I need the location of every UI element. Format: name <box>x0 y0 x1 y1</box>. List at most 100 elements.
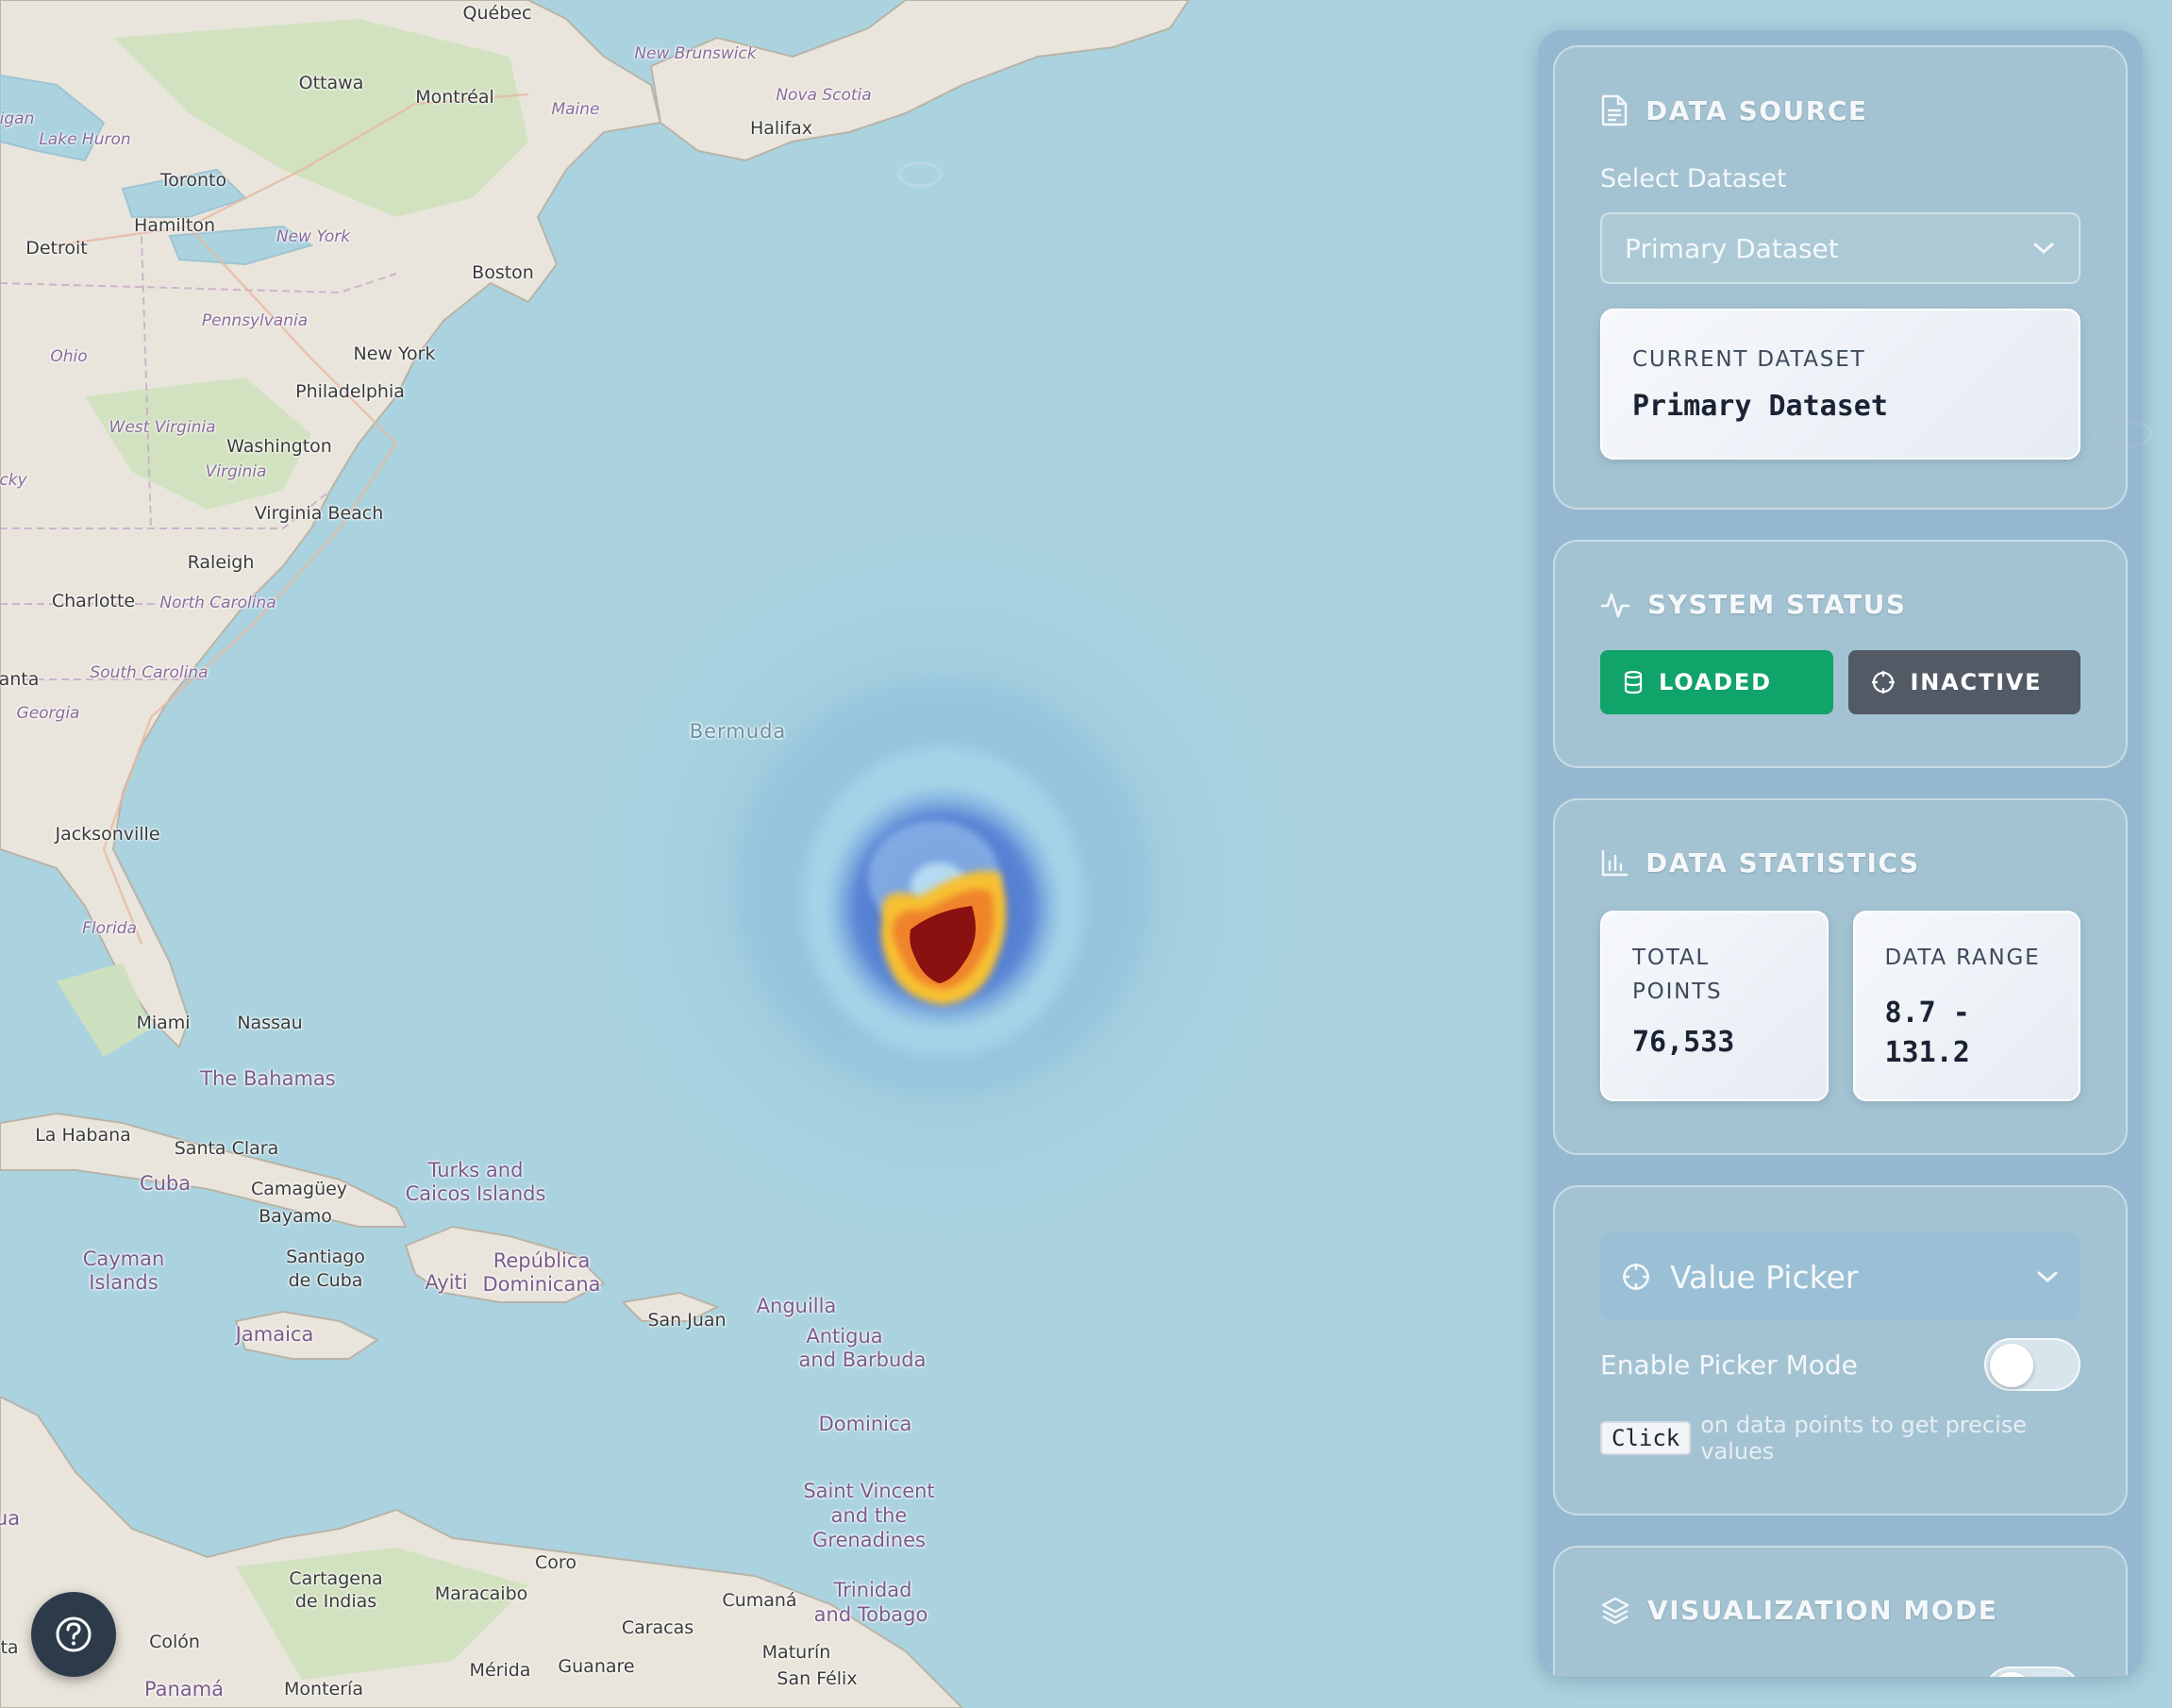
toggle-knob <box>1990 1344 2033 1387</box>
map-label: de Indias <box>294 1591 377 1612</box>
system-status-title: SYSTEM STATUS <box>1647 589 1907 620</box>
chevron-down-icon <box>2037 1271 2058 1282</box>
map-label: Detroit <box>25 238 88 259</box>
map-label: Miami <box>136 1013 191 1033</box>
visualization-mode-header: VISUALIZATION MODE <box>1600 1595 2080 1626</box>
map-label: Toronto <box>159 170 227 191</box>
map-label: Nassau <box>237 1013 303 1033</box>
map-label: Islands <box>89 1271 159 1294</box>
loaded-status-badge: LOADED <box>1600 650 1833 714</box>
picker-mode-toggle[interactable] <box>1984 1338 2080 1391</box>
map-label: Caracas <box>621 1617 694 1638</box>
current-dataset-value: Primary Dataset <box>1632 390 1888 423</box>
map-label: and the <box>830 1504 908 1527</box>
map-label: and Barbuda <box>798 1348 927 1371</box>
heatmap-layer <box>557 500 1330 1274</box>
map-label: Jamaica <box>235 1323 314 1346</box>
map-label: Hamilton <box>133 215 216 236</box>
map-label: New York <box>353 343 436 364</box>
data-range-value-line1: 8.7 - <box>1884 996 1970 1030</box>
visualization-mode-card: VISUALIZATION MODE <box>1553 1546 2128 1677</box>
map-label: Mérida <box>469 1660 531 1681</box>
map-label: Guanare <box>558 1656 635 1677</box>
map-label: Coro <box>535 1552 576 1573</box>
data-statistics-title: DATA STATISTICS <box>1646 847 1920 879</box>
data-source-header: DATA SOURCE <box>1600 94 2080 126</box>
map-label: Ohio <box>50 347 88 366</box>
data-source-title: DATA SOURCE <box>1646 94 1868 126</box>
dataset-select[interactable]: Primary Dataset <box>1600 212 2080 284</box>
value-picker-card: Value Picker Enable Picker Mode Click on… <box>1553 1185 2128 1515</box>
map-label: and Tobago <box>813 1603 928 1626</box>
map-label: Philadelphia <box>295 381 405 402</box>
data-statistics-header: DATA STATISTICS <box>1600 847 2080 879</box>
map-label: Florida <box>82 919 137 938</box>
select-dataset-label: Select Dataset <box>1600 164 1787 193</box>
map-label: Montréal <box>415 87 494 108</box>
map-label: Lake Huron <box>39 130 131 149</box>
map-label: North Carolina <box>159 594 276 612</box>
map-label: Boston <box>472 262 534 283</box>
map-label: New Brunswick <box>634 44 757 63</box>
map-label: Caicos Islands <box>405 1182 546 1205</box>
map-label: de Cuba <box>288 1270 363 1291</box>
map-label: Panamá <box>143 1678 225 1700</box>
map-label: Antigua <box>806 1325 883 1348</box>
map-label: Pennsylvania <box>201 311 309 330</box>
data-source-card: DATA SOURCE Select Dataset Primary Datas… <box>1553 45 2128 510</box>
value-picker-header[interactable]: Value Picker <box>1600 1232 2080 1321</box>
map-label: West Virginia <box>109 418 216 437</box>
current-dataset-label: CURRENT DATASET <box>1632 347 1866 372</box>
activity-icon <box>1600 593 1630 617</box>
click-key-hint: Click <box>1600 1421 1692 1455</box>
map-label: cky <box>0 471 27 490</box>
map-label: South Carolina <box>90 663 209 682</box>
database-icon <box>1624 670 1643 695</box>
crosshair-icon <box>1871 671 1895 694</box>
map-label: ta <box>0 1637 19 1658</box>
visualization-mode-toggle[interactable] <box>1984 1666 2080 1677</box>
help-button[interactable] <box>31 1592 116 1677</box>
map-label: Cayman <box>82 1248 165 1270</box>
map-label: Dominicana <box>482 1273 601 1296</box>
map-label: Maracaibo <box>434 1583 528 1604</box>
map-label: Maine <box>551 100 600 119</box>
picker-hint: Click on data points to get precise valu… <box>1600 1412 2080 1465</box>
map-label: Virginia Beach <box>254 503 384 524</box>
map-label: San Juan <box>647 1310 727 1331</box>
app-root: Québec Ottawa Montréal New Brunswick Nova Sc… <box>0 0 2172 1708</box>
value-picker-title: Value Picker <box>1670 1258 1859 1296</box>
map-label: The Bahamas <box>200 1067 336 1090</box>
map-label: Santiago <box>286 1247 365 1267</box>
map-label: Anguilla <box>756 1295 837 1317</box>
data-statistics-card: DATA STATISTICS TOTAL POINTS 76,533 DATA… <box>1553 798 2128 1155</box>
map-label: San Félix <box>777 1668 858 1689</box>
map-label: Bayamo <box>259 1206 332 1227</box>
data-range-value-line2: 131.2 <box>1884 1036 1970 1069</box>
map-label: New York <box>276 227 351 246</box>
layers-icon <box>1601 1597 1629 1624</box>
status-row: LOADED INACTIVE <box>1600 650 2080 714</box>
control-panel: DATA SOURCE Select Dataset Primary Datas… <box>1538 30 2143 1677</box>
map-label: Washington <box>226 436 332 457</box>
map-label: República <box>493 1249 591 1272</box>
map-label: Maturín <box>761 1642 831 1663</box>
picker-mode-row: Enable Picker Mode <box>1600 1338 2080 1391</box>
map-label: Trinidad <box>833 1579 912 1601</box>
map-label: Ottawa <box>298 73 364 93</box>
map-label: Cartagena <box>289 1568 383 1589</box>
crosshair-icon <box>1623 1264 1649 1290</box>
help-circle-icon <box>56 1616 92 1652</box>
data-range-box: DATA RANGE 8.7 - 131.2 <box>1852 911 2080 1101</box>
map-label: Virginia <box>205 462 267 481</box>
map-label: Cuba <box>139 1172 192 1195</box>
bar-chart-icon <box>1601 849 1629 876</box>
picker-mode-label: Enable Picker Mode <box>1600 1348 1858 1381</box>
total-points-label-line1: TOTAL <box>1632 946 1710 970</box>
map-label: Saint Vincent <box>803 1480 935 1502</box>
map-label: Jacksonville <box>55 824 160 845</box>
loaded-status-label: LOADED <box>1659 669 1772 695</box>
map-label: anta <box>0 669 40 690</box>
map-label: igan <box>0 109 35 128</box>
data-range-label: DATA RANGE <box>1884 946 2041 970</box>
